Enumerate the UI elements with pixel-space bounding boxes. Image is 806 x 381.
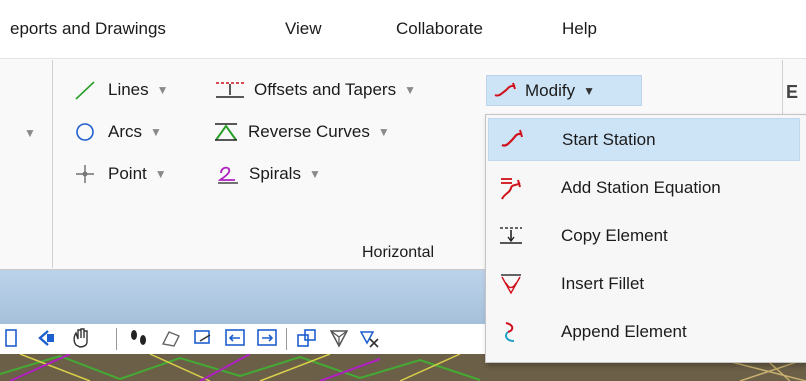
pan-hand-icon[interactable] xyxy=(70,327,92,349)
view-previous-icon[interactable] xyxy=(34,327,56,349)
clip-mask-icon[interactable] xyxy=(358,327,380,349)
spiral-icon xyxy=(217,166,238,184)
point-label: Point xyxy=(108,164,147,183)
copy-element-icon xyxy=(500,226,522,244)
next-group-icon[interactable]: E xyxy=(786,82,806,104)
spirals-button[interactable]: Spirals ▼ xyxy=(215,159,321,189)
modify-label: Modify xyxy=(525,80,576,100)
arcs-label: Arcs xyxy=(108,122,142,141)
view-shape-icon[interactable] xyxy=(160,327,182,349)
menu-reports-and-drawings[interactable]: eports and Drawings xyxy=(10,19,166,39)
menu-bar: eports and Drawings View Collaborate Hel… xyxy=(0,0,806,58)
insert-fillet-icon xyxy=(501,273,521,294)
modify-dropdown-arrow: ▼ xyxy=(583,83,595,98)
modify-dropdown-menu: Start Station Add Station Equation Copy … xyxy=(485,114,806,363)
walk-footprints-icon[interactable] xyxy=(128,327,150,349)
ribbon-separator xyxy=(52,60,53,268)
collapsed-dropdown-arrow[interactable]: ▼ xyxy=(24,126,36,140)
modify-icon xyxy=(494,82,516,96)
reverse-curves-button[interactable]: Reverse Curves ▼ xyxy=(212,117,390,147)
offsets-tapers-label: Offsets and Tapers xyxy=(254,80,397,99)
menu-item-add-station-equation[interactable]: Add Station Equation xyxy=(488,166,800,209)
copy-view-icon[interactable] xyxy=(296,327,318,349)
line-icon xyxy=(75,81,95,100)
append-element-icon xyxy=(505,321,515,342)
arcs-dropdown-arrow: ▼ xyxy=(150,125,162,139)
camera-view-icon[interactable] xyxy=(192,327,214,349)
menu-help[interactable]: Help xyxy=(562,19,597,39)
reverse-curves-icon xyxy=(215,123,237,141)
arc-circle-icon xyxy=(76,123,94,141)
spirals-label: Spirals xyxy=(249,164,301,183)
reverse-curves-label: Reverse Curves xyxy=(248,122,370,141)
horizontal-group-label: Horizontal xyxy=(362,244,435,261)
offsets-and-tapers-button[interactable]: Offsets and Tapers ▼ xyxy=(214,75,416,105)
menu-item-insert-fillet[interactable]: Insert Fillet xyxy=(488,262,800,305)
menu-item-append-element[interactable]: Append Element xyxy=(488,310,800,353)
offsets-tapers-icon xyxy=(216,82,244,98)
menu-view[interactable]: View xyxy=(285,19,322,39)
reverse-curves-dropdown-arrow: ▼ xyxy=(377,125,390,139)
lines-button[interactable]: Lines ▼ xyxy=(74,75,169,105)
spirals-dropdown-arrow: ▼ xyxy=(308,167,321,181)
start-station-icon xyxy=(501,129,523,147)
clip-volume-icon[interactable] xyxy=(328,327,350,349)
lines-label: Lines xyxy=(108,80,149,99)
menu-item-start-station[interactable]: Start Station xyxy=(488,118,800,161)
point-button[interactable]: Point ▼ xyxy=(74,159,167,189)
offsets-dropdown-arrow: ▼ xyxy=(404,83,416,97)
menu-item-copy-element[interactable]: Copy Element xyxy=(488,214,800,257)
toolbar-separator xyxy=(116,328,117,350)
point-icon xyxy=(76,165,94,183)
fit-view-icon[interactable] xyxy=(4,327,26,349)
menu-collaborate[interactable]: Collaborate xyxy=(396,19,483,39)
point-dropdown-arrow: ▼ xyxy=(154,167,167,181)
modify-button[interactable]: Modify ▼ xyxy=(486,75,642,106)
next-view-icon[interactable] xyxy=(256,327,278,349)
station-equation-icon xyxy=(501,177,521,200)
toolbar-separator xyxy=(286,328,287,350)
previous-view-icon[interactable] xyxy=(224,327,246,349)
lines-dropdown-arrow: ▼ xyxy=(156,83,169,97)
arcs-button[interactable]: Arcs ▼ xyxy=(74,117,162,147)
